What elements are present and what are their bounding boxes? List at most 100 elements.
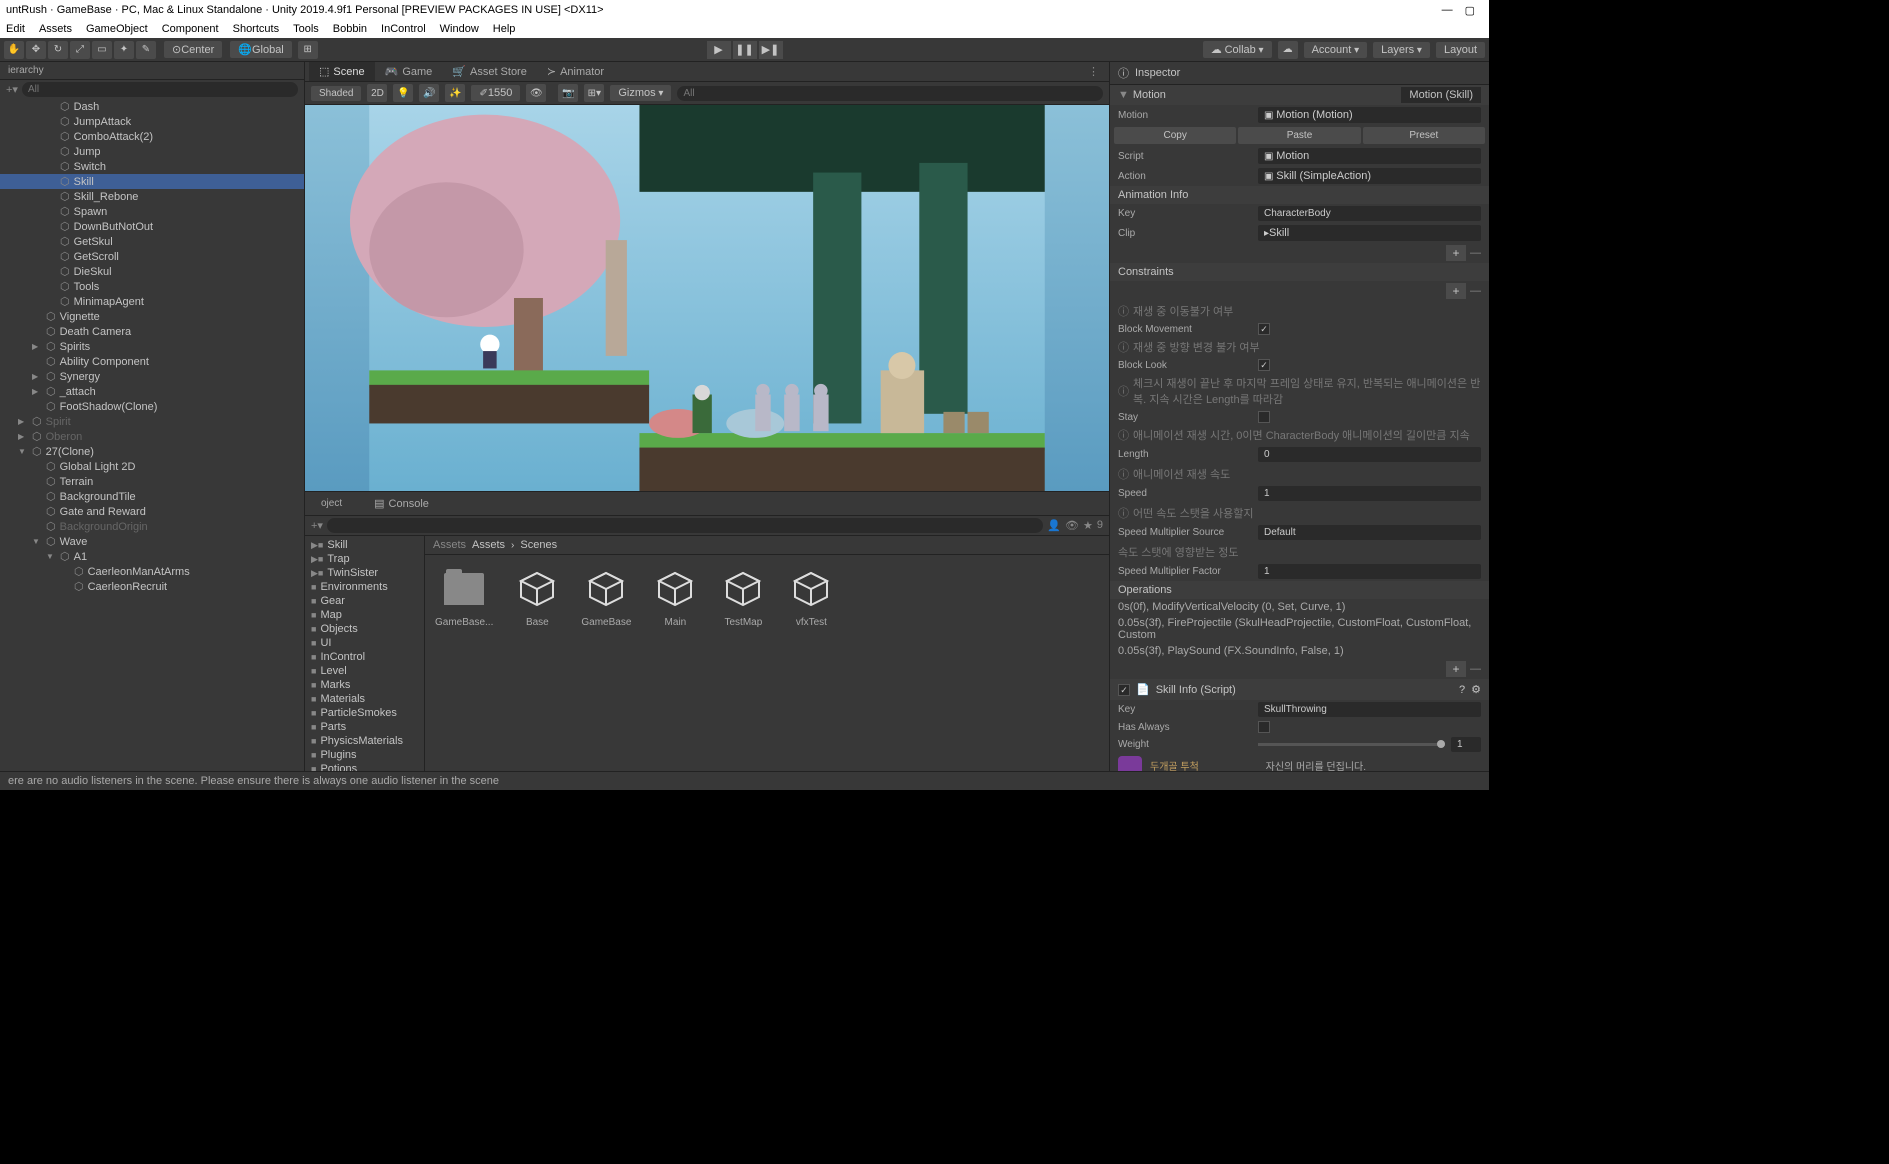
maximize-icon[interactable]: ▢ xyxy=(1465,4,1475,17)
operations-header[interactable]: Operations xyxy=(1110,581,1489,599)
tree-item[interactable]: ⬡ Vignette xyxy=(0,309,304,324)
op-item[interactable]: 0.05s(3f), PlaySound (FX.SoundInfo, Fals… xyxy=(1118,645,1344,657)
tree-item[interactable]: ⬡ Spawn xyxy=(0,204,304,219)
foldout-icon[interactable]: ▶ xyxy=(32,342,42,351)
shaded-dropdown[interactable]: Shaded xyxy=(311,86,361,101)
foldout-icon[interactable]: ▼ xyxy=(46,552,56,561)
folder-item[interactable]: ■ Objects xyxy=(307,622,422,636)
inspector-tab[interactable]: ⓘ Inspector xyxy=(1110,62,1489,85)
menu-component[interactable]: Component xyxy=(162,23,219,35)
foldout-icon[interactable]: ▶ xyxy=(18,417,28,426)
menu-edit[interactable]: Edit xyxy=(6,23,25,35)
menu-gameobject[interactable]: GameObject xyxy=(86,23,148,35)
minimize-icon[interactable]: — xyxy=(1442,4,1453,17)
play-button[interactable]: ▶ xyxy=(707,41,731,59)
tree-item[interactable]: ⬡ DieSkul xyxy=(0,264,304,279)
asset-item[interactable]: vfxTest xyxy=(787,565,835,628)
custom-tool-icon[interactable]: ✎ xyxy=(136,41,156,59)
foldout-icon[interactable]: ▼ xyxy=(32,537,42,546)
hand-tool-icon[interactable]: ✋ xyxy=(4,41,24,59)
tab-animator[interactable]: ≻Animator xyxy=(537,62,614,81)
folder-item[interactable]: ■ Marks xyxy=(307,678,422,692)
menu-bobbin[interactable]: Bobbin xyxy=(333,23,367,35)
transform-tool-icon[interactable]: ✦ xyxy=(114,41,134,59)
folder-item[interactable]: ■ Environments xyxy=(307,580,422,594)
tree-item[interactable]: ▶⬡ Synergy xyxy=(0,369,304,384)
tree-item[interactable]: ▶⬡ Oberon xyxy=(0,429,304,444)
tree-item[interactable]: ⬡ MinimapAgent xyxy=(0,294,304,309)
folder-item[interactable]: ■ Level xyxy=(307,664,422,678)
layout-dropdown[interactable]: Layout xyxy=(1436,42,1485,58)
hierarchy-search-input[interactable] xyxy=(22,82,298,97)
folder-item[interactable]: ■ Potions xyxy=(307,762,422,771)
tab-game[interactable]: 🎮Game xyxy=(375,62,443,81)
plus-icon[interactable]: +▾ xyxy=(6,83,18,96)
tree-item[interactable]: ⬡ Skill xyxy=(0,174,304,189)
block-look-checkbox[interactable] xyxy=(1258,359,1270,371)
script-value[interactable]: ▣ Motion xyxy=(1258,148,1481,164)
project-search-input[interactable] xyxy=(327,518,1043,533)
folder-item[interactable]: ▶■ Trap xyxy=(307,552,422,566)
tree-item[interactable]: ▶⬡ Spirits xyxy=(0,339,304,354)
breadcrumb-assets[interactable]: Assets xyxy=(433,539,466,551)
rotate-tool-icon[interactable]: ↻ xyxy=(48,41,68,59)
add-clip-button[interactable]: + xyxy=(1446,245,1466,261)
pivot-global-button[interactable]: 🌐Global xyxy=(230,41,292,58)
op-item[interactable]: 0s(0f), ModifyVerticalVelocity (0, Set, … xyxy=(1118,601,1345,613)
folder-item[interactable]: ■ Parts xyxy=(307,720,422,734)
folder-tree[interactable]: ▶■ Skill▶■ Trap▶■ TwinSister■ Environmen… xyxy=(305,536,425,771)
account-dropdown[interactable]: Account ▾ xyxy=(1304,42,1368,58)
speedfactor-value[interactable]: 1 xyxy=(1258,564,1481,579)
foldout-icon[interactable]: ▼ xyxy=(1118,89,1129,101)
tree-item[interactable]: ⬡ JumpAttack xyxy=(0,114,304,129)
gear-icon[interactable]: ⚙ xyxy=(1471,683,1481,696)
scene-search-input[interactable] xyxy=(677,86,1103,101)
lighting-icon[interactable]: 💡 xyxy=(393,84,413,102)
folder-item[interactable]: ■ Gear xyxy=(307,594,422,608)
scene-view[interactable] xyxy=(305,105,1109,491)
animinfo-header[interactable]: Animation Info xyxy=(1110,186,1489,204)
tree-item[interactable]: ⬡ CaerleonRecruit xyxy=(0,579,304,594)
tab-console[interactable]: ▤ Console xyxy=(364,494,439,513)
folder-item[interactable]: ■ Materials xyxy=(307,692,422,706)
tree-item[interactable]: ▶⬡ Spirit xyxy=(0,414,304,429)
folder-item[interactable]: ■ PhysicsMaterials xyxy=(307,734,422,748)
scale-tool-icon[interactable]: ⤢ xyxy=(70,41,90,59)
plus-icon[interactable]: +▾ xyxy=(311,519,323,532)
move-tool-icon[interactable]: ✥ xyxy=(26,41,46,59)
tree-item[interactable]: ⬡ GetSkul xyxy=(0,234,304,249)
tree-item[interactable]: ⬡ CaerleonManAtArms xyxy=(0,564,304,579)
menu-tools[interactable]: Tools xyxy=(293,23,319,35)
hierarchy-tab[interactable]: ierarchy xyxy=(0,62,304,80)
tree-item[interactable]: ⬡ Terrain xyxy=(0,474,304,489)
menu-assets[interactable]: Assets xyxy=(39,23,72,35)
menu-window[interactable]: Window xyxy=(440,23,479,35)
component-enable-checkbox[interactable] xyxy=(1118,684,1130,696)
asset-item[interactable]: Base xyxy=(513,565,561,628)
preset-button[interactable]: Preset xyxy=(1363,127,1485,144)
foldout-icon[interactable]: ▶ xyxy=(18,432,28,441)
folder-item[interactable]: ■ UI xyxy=(307,636,422,650)
weight-slider[interactable] xyxy=(1258,743,1445,746)
tree-item[interactable]: ⬡ GetScroll xyxy=(0,249,304,264)
folder-item[interactable]: ▶■ Skill xyxy=(307,538,422,552)
asset-item[interactable]: GameBase... xyxy=(435,565,493,628)
tree-item[interactable]: ⬡ Global Light 2D xyxy=(0,459,304,474)
stats-count[interactable]: ✐1550 xyxy=(471,85,520,101)
tab-project[interactable]: oject xyxy=(311,494,352,513)
grid-icon[interactable]: ⊞▾ xyxy=(584,84,604,102)
menu-help[interactable]: Help xyxy=(493,23,516,35)
tab-scene[interactable]: ⬚Scene xyxy=(309,62,375,81)
tree-item[interactable]: ⬡ BackgroundTile xyxy=(0,489,304,504)
speed-value[interactable]: 1 xyxy=(1258,486,1481,501)
layers-dropdown[interactable]: Layers ▾ xyxy=(1373,42,1430,58)
tree-item[interactable]: ⬡ DownButNotOut xyxy=(0,219,304,234)
clip-value[interactable]: ▸Skill xyxy=(1258,225,1481,241)
camera-icon[interactable]: 📷 xyxy=(558,84,578,102)
foldout-icon[interactable]: ▼ xyxy=(18,447,28,456)
stay-checkbox[interactable] xyxy=(1258,411,1270,423)
breadcrumb-scenes[interactable]: Scenes xyxy=(520,539,557,551)
filter-icon[interactable]: 👤 xyxy=(1047,519,1061,532)
block-movement-checkbox[interactable] xyxy=(1258,323,1270,335)
tree-item[interactable]: ⬡ Switch xyxy=(0,159,304,174)
